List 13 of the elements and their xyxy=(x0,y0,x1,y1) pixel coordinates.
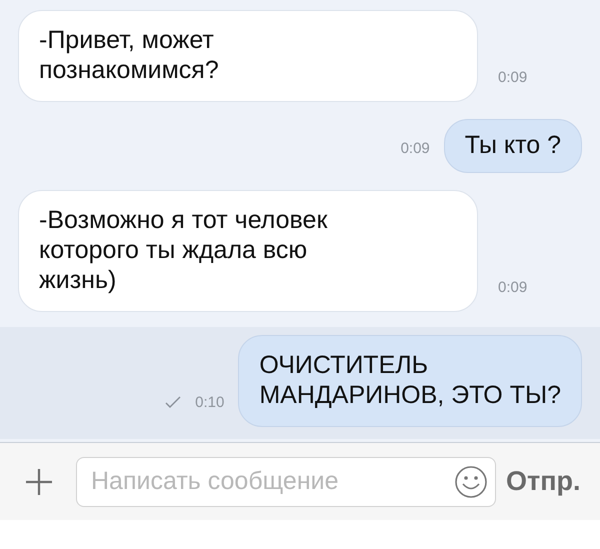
message-bubble: Ты кто ? xyxy=(444,119,582,173)
message-input-field[interactable]: Написать сообщение xyxy=(76,456,496,506)
message-time: 0:09 xyxy=(400,140,430,157)
message-time: 0:10 xyxy=(195,394,224,411)
plus-icon[interactable] xyxy=(24,466,54,496)
selected-message-row[interactable]: 0:10 ОЧИСТИТЕЛЬ МАНДАРИНОВ, ЭТО ТЫ? xyxy=(0,327,600,439)
message-bubble: -Привет, может познакомимся? xyxy=(18,10,478,102)
smiley-icon[interactable] xyxy=(454,464,488,498)
message-time: 0:09 xyxy=(498,279,528,296)
send-button[interactable]: Отпр. xyxy=(506,466,581,497)
message-bubble: ОЧИСТИТЕЛЬ МАНДАРИНОВ, ЭТО ТЫ? xyxy=(238,335,582,427)
message-time: 0:09 xyxy=(498,69,528,86)
message-bubble: -Возможно я тот человек которого ты ждала всю жизнь) xyxy=(18,190,478,312)
